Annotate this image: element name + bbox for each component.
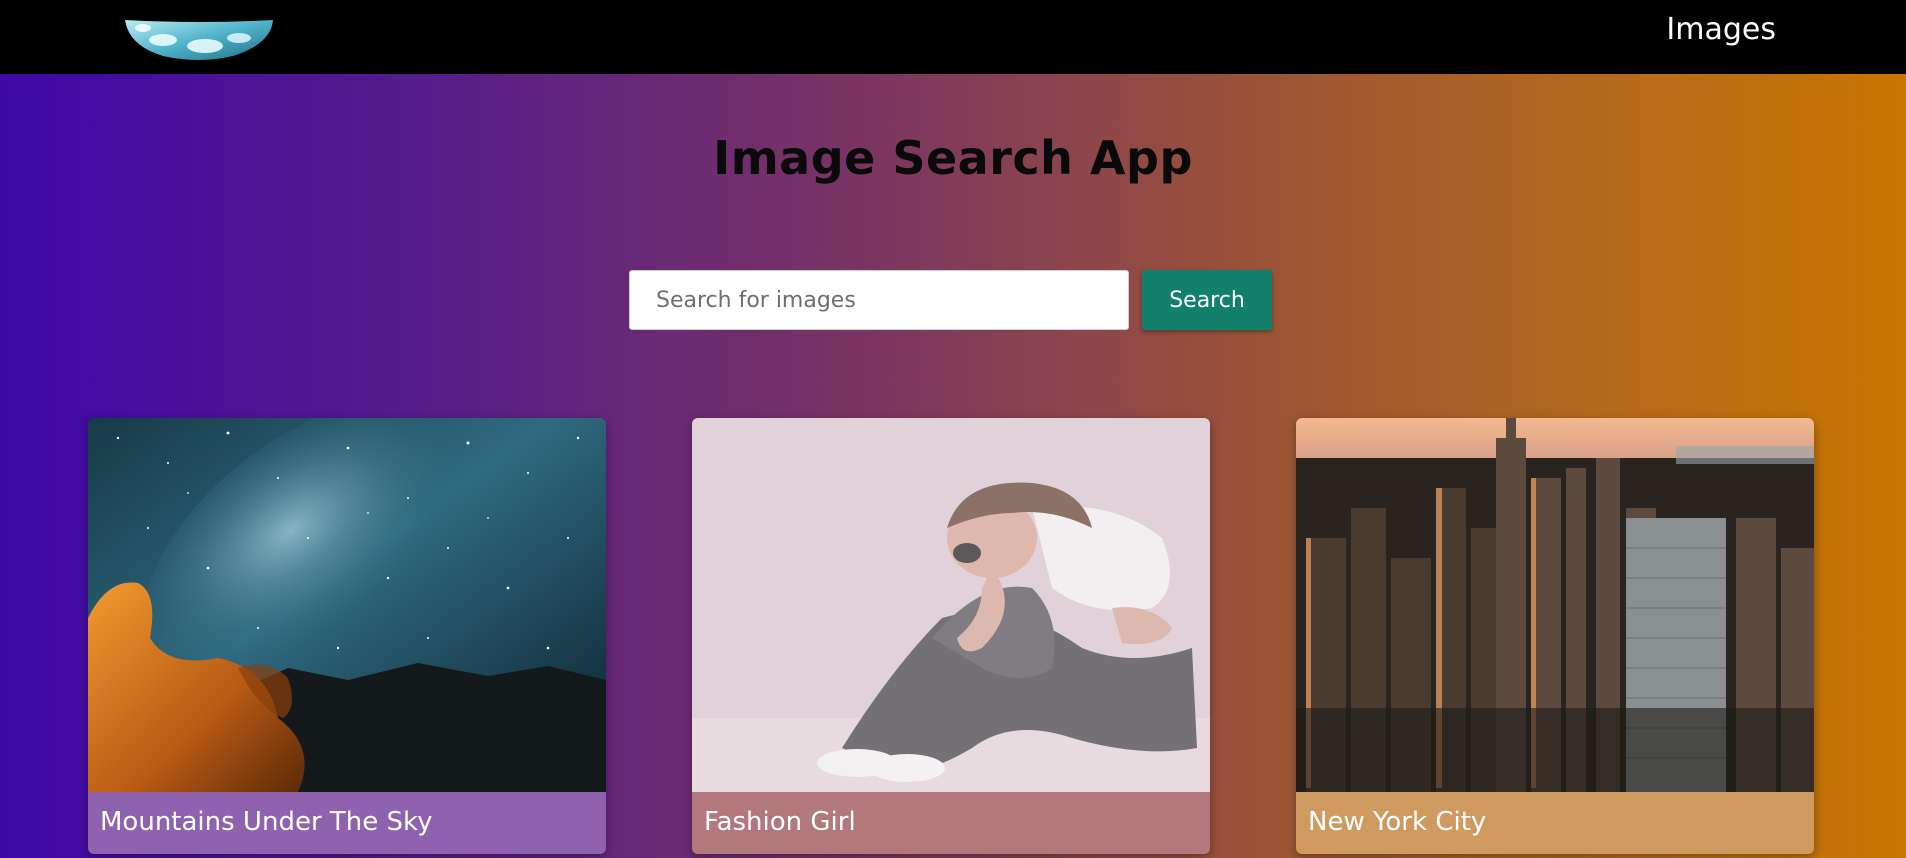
page-title: Image Search App (713, 131, 1193, 185)
result-card[interactable]: Fashion Girl (692, 418, 1210, 854)
search-input[interactable] (629, 270, 1129, 330)
result-card[interactable]: New York City (1296, 418, 1814, 854)
result-image-milky-way[interactable] (88, 418, 606, 792)
result-image-fashion-girl[interactable] (692, 418, 1210, 792)
nav-link-images[interactable]: Images (1666, 10, 1776, 50)
search-button[interactable]: Search (1142, 270, 1272, 330)
result-image-new-york[interactable] (1296, 418, 1814, 792)
navbar: Images (0, 0, 1906, 74)
result-card[interactable]: Mountains Under The Sky (88, 418, 606, 854)
logo-icon[interactable] (123, 14, 275, 62)
result-caption: Mountains Under The Sky (88, 792, 606, 854)
result-caption: Fashion Girl (692, 792, 1210, 854)
result-caption: New York City (1296, 792, 1814, 854)
